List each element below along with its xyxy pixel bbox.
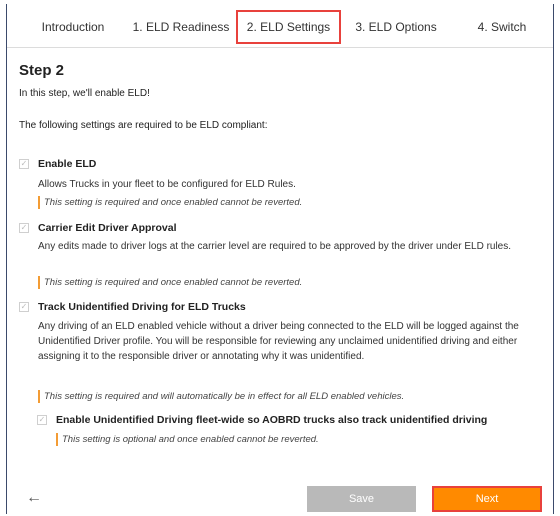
setting-description: Any driving of an ELD enabled vehicle wi… [38, 321, 519, 362]
setting-note: This setting is required and once enable… [38, 196, 302, 209]
setting-description: Any edits made to driver logs at the car… [38, 241, 512, 252]
step-intro: In this step, we'll enable ELD! [19, 88, 150, 99]
enable-eld-checkbox[interactable]: ✓ [19, 159, 29, 169]
tab-switch[interactable]: 4. Switch [467, 10, 537, 44]
save-button[interactable]: Save [307, 486, 416, 512]
back-arrow-icon[interactable]: ← [26, 489, 42, 507]
tab-eld-settings[interactable]: 2. ELD Settings [236, 10, 341, 44]
setting-note: This setting is required and will automa… [38, 390, 404, 403]
tab-eld-options[interactable]: 3. ELD Options [347, 10, 445, 44]
track-unidentified-checkbox[interactable]: ✓ [19, 302, 29, 312]
setting-description: Allows Trucks in your fleet to be config… [38, 179, 296, 190]
setting-title: Enable Unidentified Driving fleet-wide s… [56, 414, 488, 426]
next-button[interactable]: Next [432, 486, 542, 512]
setting-note: This setting is optional and once enable… [56, 433, 319, 446]
tab-eld-readiness[interactable]: 1. ELD Readiness [129, 10, 233, 44]
carrier-edit-approval-checkbox[interactable]: ✓ [19, 223, 29, 233]
fleet-wide-unidentified-checkbox[interactable]: ✓ [37, 415, 47, 425]
setting-note: This setting is required and once enable… [38, 276, 302, 289]
setting-title: Enable ELD [38, 158, 97, 170]
setting-title: Carrier Edit Driver Approval [38, 222, 177, 234]
setting-title: Track Unidentified Driving for ELD Truck… [38, 301, 246, 313]
page-title: Step 2 [19, 62, 65, 79]
wizard-tabs: Introduction 1. ELD Readiness 2. ELD Set… [7, 7, 553, 48]
requirement-text: The following settings are required to b… [19, 120, 268, 131]
tab-introduction[interactable]: Introduction [27, 10, 119, 44]
